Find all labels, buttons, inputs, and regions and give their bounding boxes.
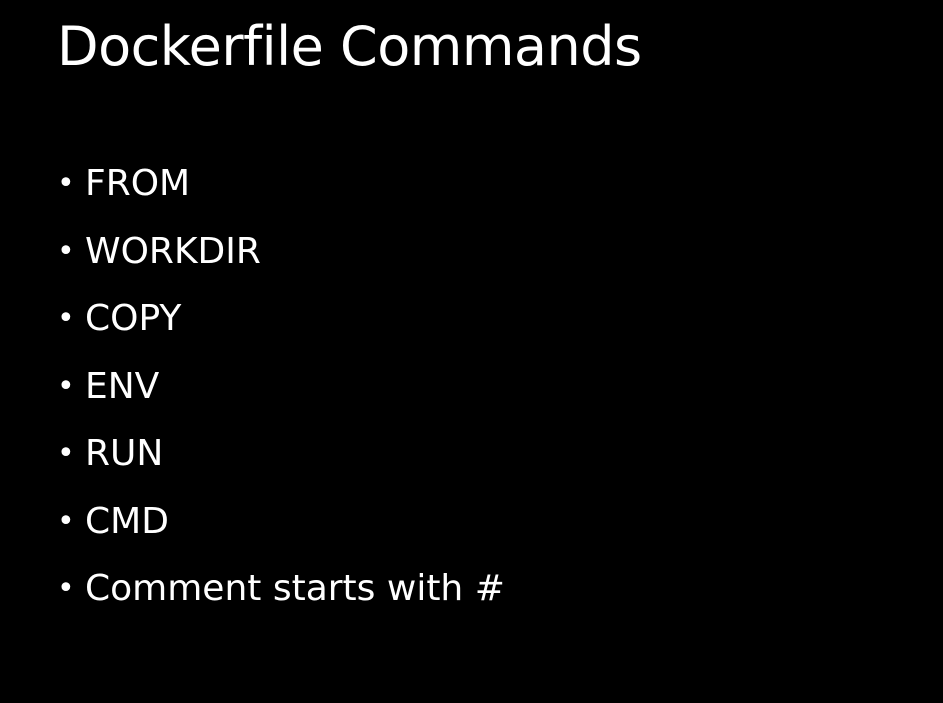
bullet-text: COPY [85,298,182,339]
bullet-text: WORKDIR [85,230,261,272]
slide-title: Dockerfile Commands [57,15,642,78]
bullet-text: RUN [85,433,164,474]
bullet-icon: • [57,233,75,269]
bullet-icon: • [57,503,75,539]
bullet-item-cmd: • CMD [57,488,505,556]
bullet-item-workdir: • WORKDIR [57,218,505,286]
bullet-item-copy: • COPY [57,285,505,353]
bullet-icon: • [57,301,75,336]
bullet-text: Comment starts with # [85,568,505,609]
bullet-text: FROM [85,163,191,204]
slide: Dockerfile Commands • FROM • WORKDIR • C… [0,0,943,703]
bullet-icon: • [57,368,75,404]
bullet-item-run: • RUN [57,420,505,488]
bullet-icon: • [57,436,75,471]
bullet-text: CMD [85,500,169,542]
bullet-icon: • [57,166,75,201]
bullet-item-comment: • Comment starts with # [57,555,505,623]
bullet-item-from: • FROM [57,150,505,218]
bullet-icon: • [57,571,75,606]
bullet-text: ENV [85,365,160,407]
bullet-list: • FROM • WORKDIR • COPY • ENV • RUN • CM… [57,150,505,623]
bullet-item-env: • ENV [57,353,505,421]
